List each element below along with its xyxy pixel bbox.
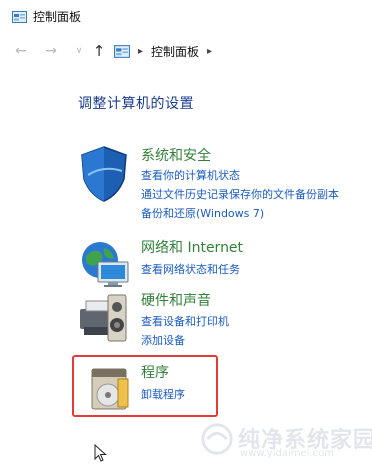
link-backup-restore[interactable]: 备份和还原(Windows 7) xyxy=(141,207,264,221)
printer-speaker-icon[interactable] xyxy=(78,291,130,347)
forward-arrow-icon[interactable]: → xyxy=(42,42,60,60)
mouse-cursor-icon xyxy=(94,444,107,462)
category-title[interactable]: 硬件和声音 xyxy=(141,292,211,310)
category-title[interactable]: 系统和安全 xyxy=(141,147,211,165)
navigation-bar: ← → ∨ ↑ ▸ 控制面板 ▸ xyxy=(0,38,372,64)
up-arrow-icon[interactable]: ↑ xyxy=(90,42,108,60)
back-arrow-icon[interactable]: ← xyxy=(12,42,30,60)
link-view-computer-status[interactable]: 查看你的计算机状态 xyxy=(141,169,240,183)
title-bar: 控制面板 xyxy=(0,0,372,34)
chevron-down-icon[interactable]: ∨ xyxy=(70,42,88,60)
link-view-devices-printers[interactable]: 查看设备和打印机 xyxy=(141,315,229,329)
page-heading: 调整计算机的设置 xyxy=(78,96,194,112)
category-hardware-sound: 硬件和声音 查看设备和打印机 添加设备 xyxy=(78,291,372,347)
chevron-right-icon[interactable]: ▸ xyxy=(138,46,143,57)
chevron-right-icon[interactable]: ▸ xyxy=(207,46,212,57)
category-title[interactable]: 网络和 Internet xyxy=(141,239,243,257)
link-view-network-status[interactable]: 查看网络状态和任务 xyxy=(141,263,240,277)
link-add-device[interactable]: 添加设备 xyxy=(141,334,185,348)
link-file-history-backup[interactable]: 通过文件历史记录保存你的文件备份副本 xyxy=(141,188,339,202)
window-title: 控制面板 xyxy=(33,10,82,24)
breadcrumb-control-panel[interactable]: 控制面板 xyxy=(151,43,199,60)
highlight-box xyxy=(72,355,218,417)
control-panel-icon xyxy=(114,44,130,58)
watermark: 纯净系统家园 www.yidaimei.com xyxy=(200,418,372,466)
category-network-internet: 网络和 Internet 查看网络状态和任务 xyxy=(78,238,372,288)
category-system-security: 系统和安全 查看你的计算机状态 通过文件历史记录保存你的文件备份副本 备份和还原… xyxy=(78,145,372,225)
address-bar[interactable]: ▸ 控制面板 ▸ xyxy=(110,41,372,61)
control-panel-icon xyxy=(12,11,27,23)
control-panel-window: 控制面板 ← → ∨ ↑ ▸ 控制面板 ▸ 调整计算机的设置 系统和安全 查看你… xyxy=(0,0,372,466)
network-globe-icon[interactable] xyxy=(78,238,130,290)
watermark-logo-icon xyxy=(201,423,233,455)
security-shield-icon[interactable] xyxy=(78,145,130,203)
watermark-url: www.yidaimei.com xyxy=(240,448,334,459)
